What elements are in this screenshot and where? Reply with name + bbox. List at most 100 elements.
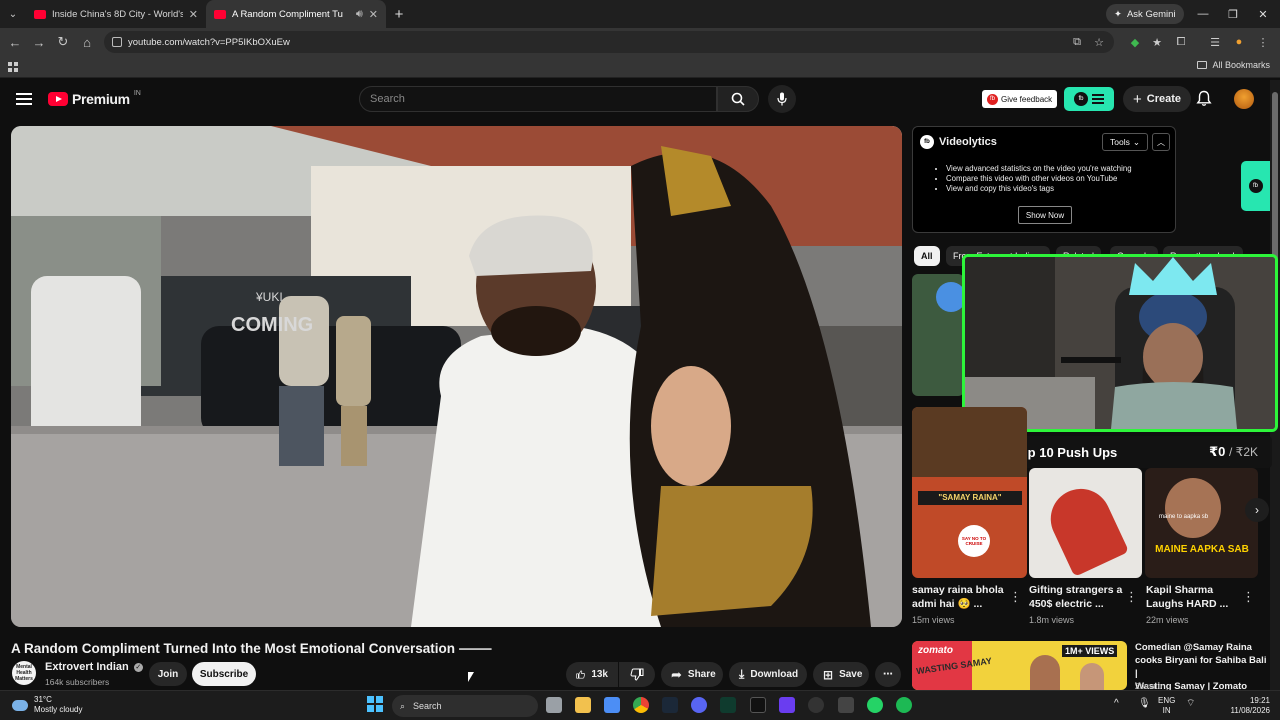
home-icon[interactable]: ⌂ [75,30,99,54]
chip-all[interactable]: All [914,246,940,266]
task-view-icon[interactable] [546,697,562,713]
share-label: Share [687,669,716,680]
terminal-icon[interactable] [720,697,736,713]
save-button[interactable]: ⊞ Save [813,662,869,687]
videolytics-toggle-button[interactable]: fb [1064,87,1114,111]
recommendation-title[interactable]: Kapil Sharma Laughs HARD ... [1146,583,1228,611]
voice-search-button[interactable] [768,85,796,113]
recommendation-thumbnail[interactable] [1029,468,1142,578]
like-button[interactable]: 13k [566,662,618,687]
close-tab-icon[interactable]: ✕ [369,8,378,21]
all-bookmarks-button[interactable]: All Bookmarks [1197,60,1270,70]
video-player[interactable]: COMING ¥UKI [11,126,902,627]
view-count: 15m views [912,615,955,625]
tools-dropdown[interactable]: Tools ⌄ [1102,133,1148,151]
subscribe-button[interactable]: Subscribe [192,662,256,686]
channel-name[interactable]: Extrovert Indian ✓ [45,661,143,673]
show-now-button[interactable]: Show Now [1018,206,1072,224]
extension-icon[interactable]: ◆ [1126,33,1144,51]
give-feedback-button[interactable]: fb Give feedback [982,90,1058,108]
subscriber-count: 164k subscribers [45,677,110,687]
language-indicator[interactable]: ENG IN [1158,696,1175,716]
download-label: Download [750,669,799,680]
chrome-icon[interactable] [633,697,649,713]
close-window-icon[interactable]: ✕ [1248,0,1278,28]
download-icon: ⤓ [739,667,745,681]
recommendation-thumbnail[interactable] [912,274,964,396]
create-button[interactable]: + Create [1123,86,1192,112]
minimize-icon[interactable]: — [1188,0,1218,28]
capcut-icon[interactable] [750,697,766,713]
account-avatar[interactable] [1234,89,1254,109]
tab-random-compliment[interactable]: A Random Compliment Tu 🔊︎ ✕ [206,0,386,28]
chevron-down-icon: ⌄ [1132,136,1140,147]
microphone-icon[interactable]: 🎙︎ [1138,699,1151,709]
extension-star-icon[interactable]: ★ [1148,33,1166,51]
wifi-icon[interactable]: ⌔ [1186,699,1195,709]
recommendation-thumbnail[interactable]: "SAMAY RAINA" SAY NO TO CRUISE [912,407,1027,578]
clock[interactable]: 19:21 11/08/2026 [1224,696,1270,716]
hamburger-menu-icon[interactable] [16,93,32,105]
steam-icon[interactable] [662,697,678,713]
more-menu-icon[interactable]: ⋮ [1254,33,1272,51]
obs-icon[interactable] [808,697,824,713]
more-options-icon[interactable]: ⋮ [1242,589,1255,605]
title-line: samay raina bhola [912,584,1004,596]
chevron-up-icon[interactable]: ^ [1114,699,1119,709]
recommendation-title[interactable]: samay raina bhola admi hai 🥺 ... [912,583,1004,611]
recommendation-thumbnail[interactable]: maine to aapka sb MAINE AAPKA SAB [1145,468,1258,578]
new-tab-button[interactable]: + [386,6,412,23]
browser-toolbar: ← → ↻ ⌂ youtube.com/watch?v=PP5IKbOXuEw … [0,28,1280,56]
close-tab-icon[interactable]: ✕ [189,8,198,21]
speaker-icon[interactable]: 🔊︎ [356,8,363,21]
apps-grid-icon[interactable] [8,62,18,72]
carousel-next-button[interactable]: › [1245,498,1269,522]
videolytics-name: Videolytics [939,136,997,148]
taskbar-search[interactable]: ⌕ Search [392,695,538,717]
more-actions-icon[interactable]: ⋯ [875,662,901,687]
address-bar[interactable]: youtube.com/watch?v=PP5IKbOXuEw [104,31,1114,53]
more-options-icon[interactable]: ⋮ [1125,589,1138,605]
videolytics-side-tab[interactable]: fb [1241,161,1270,211]
tab-inside-china[interactable]: Inside China's 8D City - World's ✕ [26,0,206,28]
install-app-icon[interactable]: ⧉ [1068,33,1086,51]
tab-search-icon[interactable]: ⌄ [0,9,26,20]
more-options-icon[interactable]: ⋮ [1009,589,1022,605]
dislike-button[interactable] [619,662,655,687]
share-button[interactable]: ➦ Share [661,662,723,687]
join-button[interactable]: Join [149,662,187,686]
ask-gemini-button[interactable]: ✦ Ask Gemini [1106,4,1184,24]
youtube-logo[interactable]: Premium IN [48,90,141,107]
site-info-icon[interactable] [112,37,122,47]
extensions-puzzle-icon[interactable]: ⧠ [1172,33,1190,51]
back-icon[interactable]: ← [3,30,27,54]
windows-start-icon[interactable] [367,696,383,712]
notepad-icon[interactable] [604,697,620,713]
search-button[interactable] [717,86,759,112]
svg-text:¥UKI: ¥UKI [255,290,283,304]
app-grid-icon[interactable] [779,697,795,713]
time: 19:21 [1249,696,1270,705]
discord-icon[interactable] [691,697,707,713]
profile-avatar-icon[interactable]: ● [1230,33,1248,51]
collapse-panel-button[interactable]: ︿ [1152,133,1170,151]
recommendation-title[interactable]: Gifting strangers a 450$ electric ... [1029,583,1122,611]
notifications-bell-icon[interactable] [1196,90,1212,112]
bookmark-star-icon[interactable]: ☆ [1090,33,1108,51]
download-button[interactable]: ⤓ Download [729,662,807,687]
forward-icon[interactable]: → [27,30,51,54]
spotify-icon[interactable] [896,697,912,713]
reload-icon[interactable]: ↻ [51,30,75,54]
whatsapp-icon[interactable] [867,697,883,713]
search-input[interactable]: Search [359,86,717,112]
reading-list-icon[interactable]: ☰ [1206,33,1224,51]
weather-widget[interactable]: 31°C Mostly cloudy [12,695,82,715]
gemini-sparkle-icon: ✦ [1114,8,1122,20]
recommendation-thumbnail[interactable]: zomato WASTING SAMAY 1M+ VIEWS [912,641,1127,690]
channel-avatar[interactable]: Mental Health Matters [12,661,36,685]
restore-icon[interactable]: ❐ [1218,0,1248,28]
save-label: Save [839,669,863,680]
music-app-icon[interactable] [838,697,854,713]
taskbar-search-label: Search [413,701,442,711]
file-explorer-icon[interactable] [575,697,591,713]
